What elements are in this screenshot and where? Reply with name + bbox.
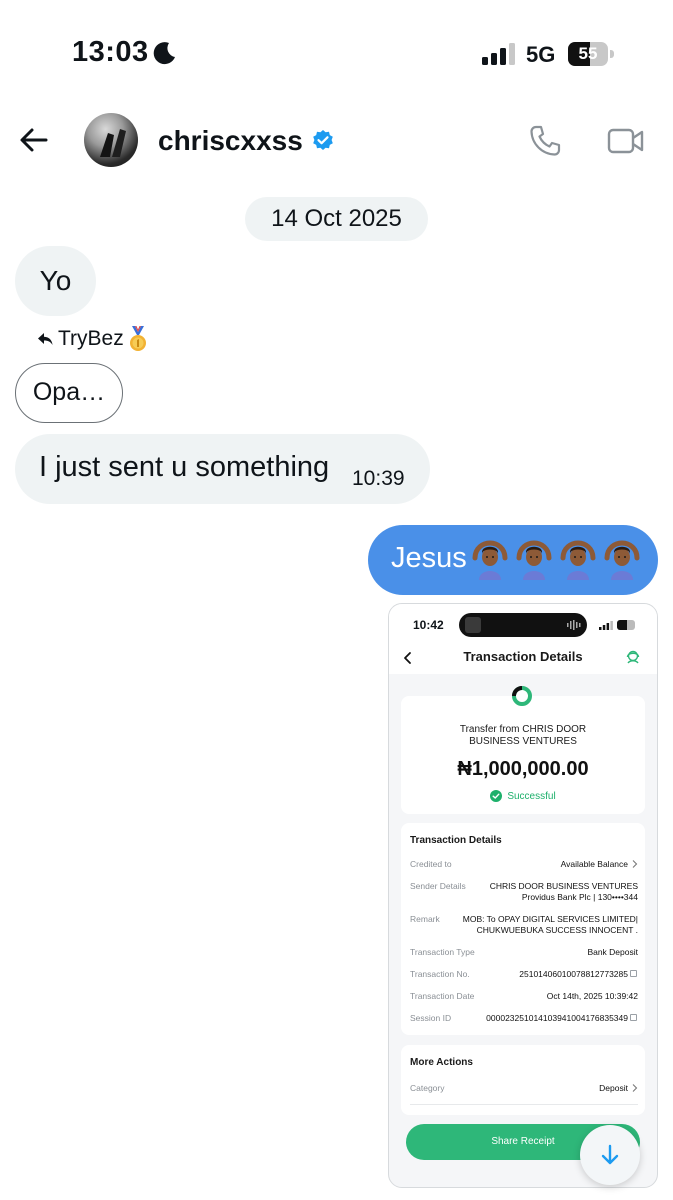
- emoji-group: [471, 540, 641, 580]
- date-separator: 14 Oct 2025: [245, 197, 428, 241]
- image-message-receipt[interactable]: 10:42 Transaction Details Transfer from …: [388, 603, 658, 1188]
- battery-icon: [617, 620, 635, 630]
- copy-icon: [630, 970, 637, 977]
- scroll-to-bottom-button[interactable]: [580, 1125, 640, 1185]
- chat-header: chriscxxss: [0, 100, 673, 190]
- video-camera-icon[interactable]: [607, 126, 645, 156]
- message-text: Jesus: [391, 542, 467, 574]
- section-title: Transaction Details: [410, 835, 502, 846]
- message-bubble-reply[interactable]: Opa…: [15, 363, 123, 423]
- arrow-down-icon: [601, 1144, 619, 1165]
- receipt-summary-card: Transfer from CHRIS DOOR BUSINESS VENTUR…: [401, 696, 645, 814]
- message-bubble-outgoing[interactable]: Jesus: [368, 525, 658, 595]
- back-arrow-icon[interactable]: [16, 122, 52, 158]
- message-timestamp: 10:39: [352, 467, 405, 490]
- receipt-nav-bar: Transaction Details: [389, 644, 657, 674]
- receipt-status-time: 10:42: [413, 618, 444, 632]
- medal-icon: [129, 326, 146, 351]
- more-actions-card: More Actions Category Deposit: [401, 1045, 645, 1115]
- audio-wave-icon: [567, 620, 581, 630]
- message-bubble-incoming[interactable]: I just sent u something 10:39: [15, 434, 430, 504]
- receipt-title: Transaction Details: [463, 649, 583, 664]
- moon-icon: [153, 42, 175, 65]
- person-gesturing-ok-emoji-icon: [472, 540, 508, 580]
- person-gesturing-ok-emoji-icon: [516, 540, 552, 580]
- section-title: More Actions: [410, 1057, 473, 1068]
- transaction-details-card: Transaction Details Credited to Availabl…: [401, 823, 645, 1035]
- message-bubble-incoming[interactable]: Yo: [15, 246, 96, 316]
- message-text: I just sent u something: [39, 451, 330, 483]
- battery-icon: 55: [568, 42, 614, 66]
- copy-icon: [630, 1014, 637, 1021]
- contact-username[interactable]: chriscxxss: [158, 125, 303, 157]
- progress-ring-icon: [512, 686, 532, 706]
- status-bar: 13:03 5G 55: [0, 0, 673, 100]
- transfer-status: Successful: [401, 790, 645, 802]
- signal-icon: [599, 621, 613, 630]
- dynamic-island: [459, 613, 587, 637]
- phone-icon[interactable]: [528, 124, 562, 158]
- battery-percent: 55: [578, 44, 598, 63]
- support-agent-icon: [626, 650, 640, 664]
- avatar[interactable]: [84, 113, 138, 167]
- network-type: 5G: [526, 42, 556, 67]
- check-circle-icon: [490, 790, 503, 802]
- reply-to-name: TryBez: [58, 327, 124, 350]
- transfer-amount: ₦1,000,000.00: [457, 758, 589, 780]
- contact-name-wrap[interactable]: chriscxxss: [158, 125, 335, 157]
- receipt-status-bar: 10:42: [389, 604, 657, 644]
- person-gesturing-ok-emoji-icon: [604, 540, 640, 580]
- reply-context: TryBez: [36, 326, 148, 352]
- status-time: 13:03: [72, 36, 149, 68]
- chevron-right-icon: [632, 1084, 638, 1092]
- verified-badge-icon: [312, 130, 333, 150]
- transfer-from-text: Transfer from CHRIS DOOR BUSINESS VENTUR…: [459, 724, 587, 747]
- chevron-right-icon: [632, 860, 638, 868]
- signal-icon: [482, 43, 515, 65]
- person-gesturing-ok-emoji-icon: [560, 540, 596, 580]
- reply-arrow-icon: [38, 333, 53, 345]
